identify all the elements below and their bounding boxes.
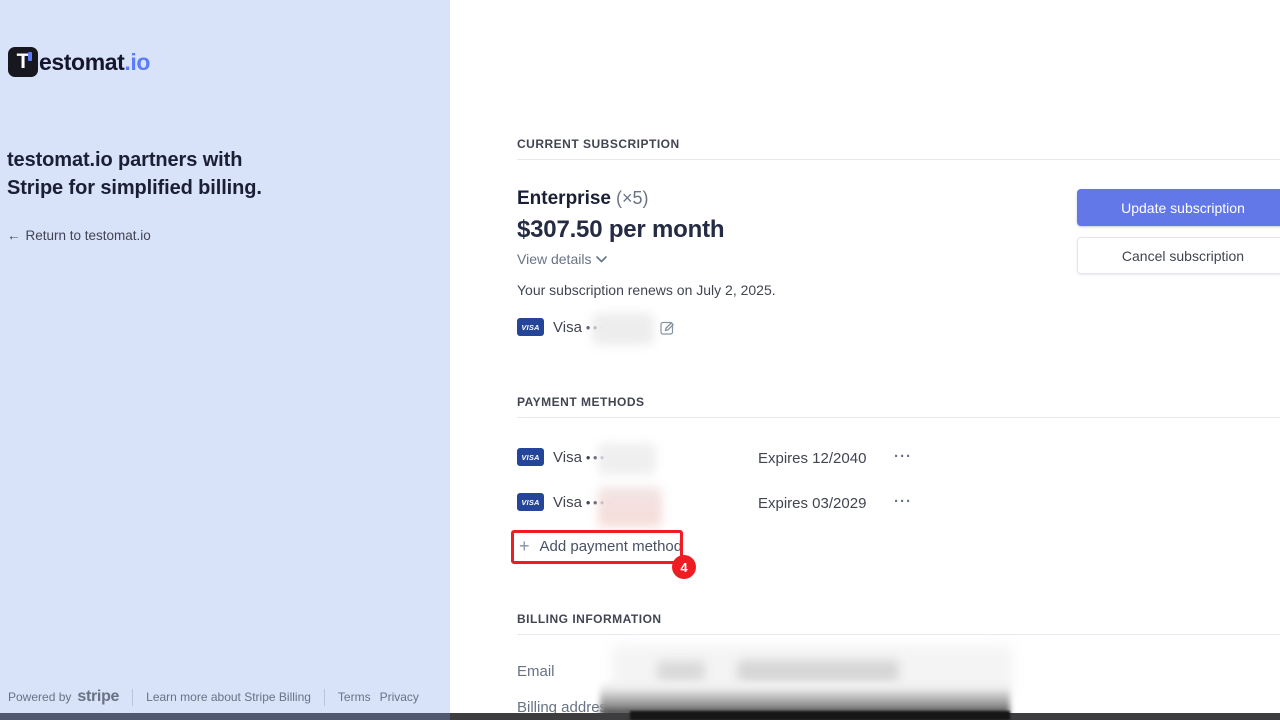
card-expiry: Expires 03/2029 xyxy=(758,495,866,512)
edit-card-icon[interactable] xyxy=(660,320,675,335)
sidebar-headline: testomat.io partners with Stripe for sim… xyxy=(7,146,317,202)
billing-information-section-label: BILLING INFORMATION xyxy=(517,612,662,626)
back-arrow-icon: ← xyxy=(7,228,21,243)
redacted-card-number xyxy=(592,313,654,345)
plus-icon: + xyxy=(519,537,530,555)
renewal-notice: Your subscription renews on July 2, 2025… xyxy=(517,282,776,298)
visa-card-icon: VISA xyxy=(517,448,544,466)
cancel-subscription-button[interactable]: Cancel subscription xyxy=(1077,237,1280,274)
headline-line-2: Stripe for simplified billing. xyxy=(7,174,317,202)
powered-by-stripe-link[interactable]: Powered by stripe xyxy=(8,688,119,706)
footer-divider xyxy=(324,689,325,706)
sidebar-footer: Powered by stripe Learn more about Strip… xyxy=(8,688,419,706)
plan-name: Enterprise xyxy=(517,188,611,209)
plan-row: Enterprise(×5) xyxy=(517,188,649,210)
privacy-link[interactable]: Privacy xyxy=(380,690,419,704)
plan-price: $307.50 per month xyxy=(517,216,724,244)
update-subscription-button[interactable]: Update subscription xyxy=(1077,189,1280,226)
visa-card-icon: VISA xyxy=(517,318,544,336)
redacted-card-number xyxy=(598,443,656,475)
view-details-toggle[interactable]: View details xyxy=(517,251,607,267)
terms-link[interactable]: Terms xyxy=(338,690,371,704)
view-details-label: View details xyxy=(517,251,591,267)
payment-methods-section-label: PAYMENT METHODS xyxy=(517,395,645,409)
card-brand-label: Visa xyxy=(553,494,582,511)
stripe-wordmark: stripe xyxy=(77,688,119,706)
return-link-label: Return to testomat.io xyxy=(26,228,151,243)
testomat-logo-badge: T xyxy=(8,47,38,77)
card-brand-label: Visa xyxy=(553,449,582,466)
billing-portal-page: T estomat.io testomat.io partners with S… xyxy=(0,0,1280,720)
return-to-merchant-link[interactable]: ← Return to testomat.io xyxy=(7,228,151,243)
add-payment-method-label: Add payment method xyxy=(540,538,683,555)
visa-card-icon: VISA xyxy=(517,493,544,511)
section-divider xyxy=(517,159,1280,160)
sidebar: T estomat.io testomat.io partners with S… xyxy=(0,0,450,720)
annotation-step-badge: 4 xyxy=(672,555,696,579)
redacted-email-value xyxy=(657,661,705,681)
footer-divider xyxy=(132,689,133,706)
chevron-down-icon xyxy=(596,256,607,263)
learn-more-link[interactable]: Learn more about Stripe Billing xyxy=(146,690,311,704)
card-expiry: Expires 12/2040 xyxy=(758,450,866,467)
powered-by-label: Powered by xyxy=(8,690,71,704)
card-overflow-menu[interactable]: ··· xyxy=(894,497,912,507)
section-divider xyxy=(517,634,1280,635)
redacted-email-value xyxy=(737,660,899,682)
add-payment-method-button[interactable]: + Add payment method xyxy=(519,537,682,555)
card-overflow-menu[interactable]: ··· xyxy=(894,452,912,462)
section-divider xyxy=(517,417,1280,418)
email-label: Email xyxy=(517,663,555,680)
logo-text: estomat.io xyxy=(39,49,150,76)
redacted-card-number xyxy=(598,487,662,527)
logo-accent-mark xyxy=(28,52,32,61)
current-subscription-section-label: CURRENT SUBSCRIPTION xyxy=(517,137,680,151)
screen-bottom-edge xyxy=(0,713,450,720)
redacted-address-dark-bar xyxy=(630,711,1010,720)
plan-quantity: (×5) xyxy=(616,188,649,208)
card-brand-label: Visa xyxy=(553,319,582,336)
testomat-logo: T estomat.io xyxy=(8,47,150,77)
headline-line-1: testomat.io partners with xyxy=(7,146,317,174)
